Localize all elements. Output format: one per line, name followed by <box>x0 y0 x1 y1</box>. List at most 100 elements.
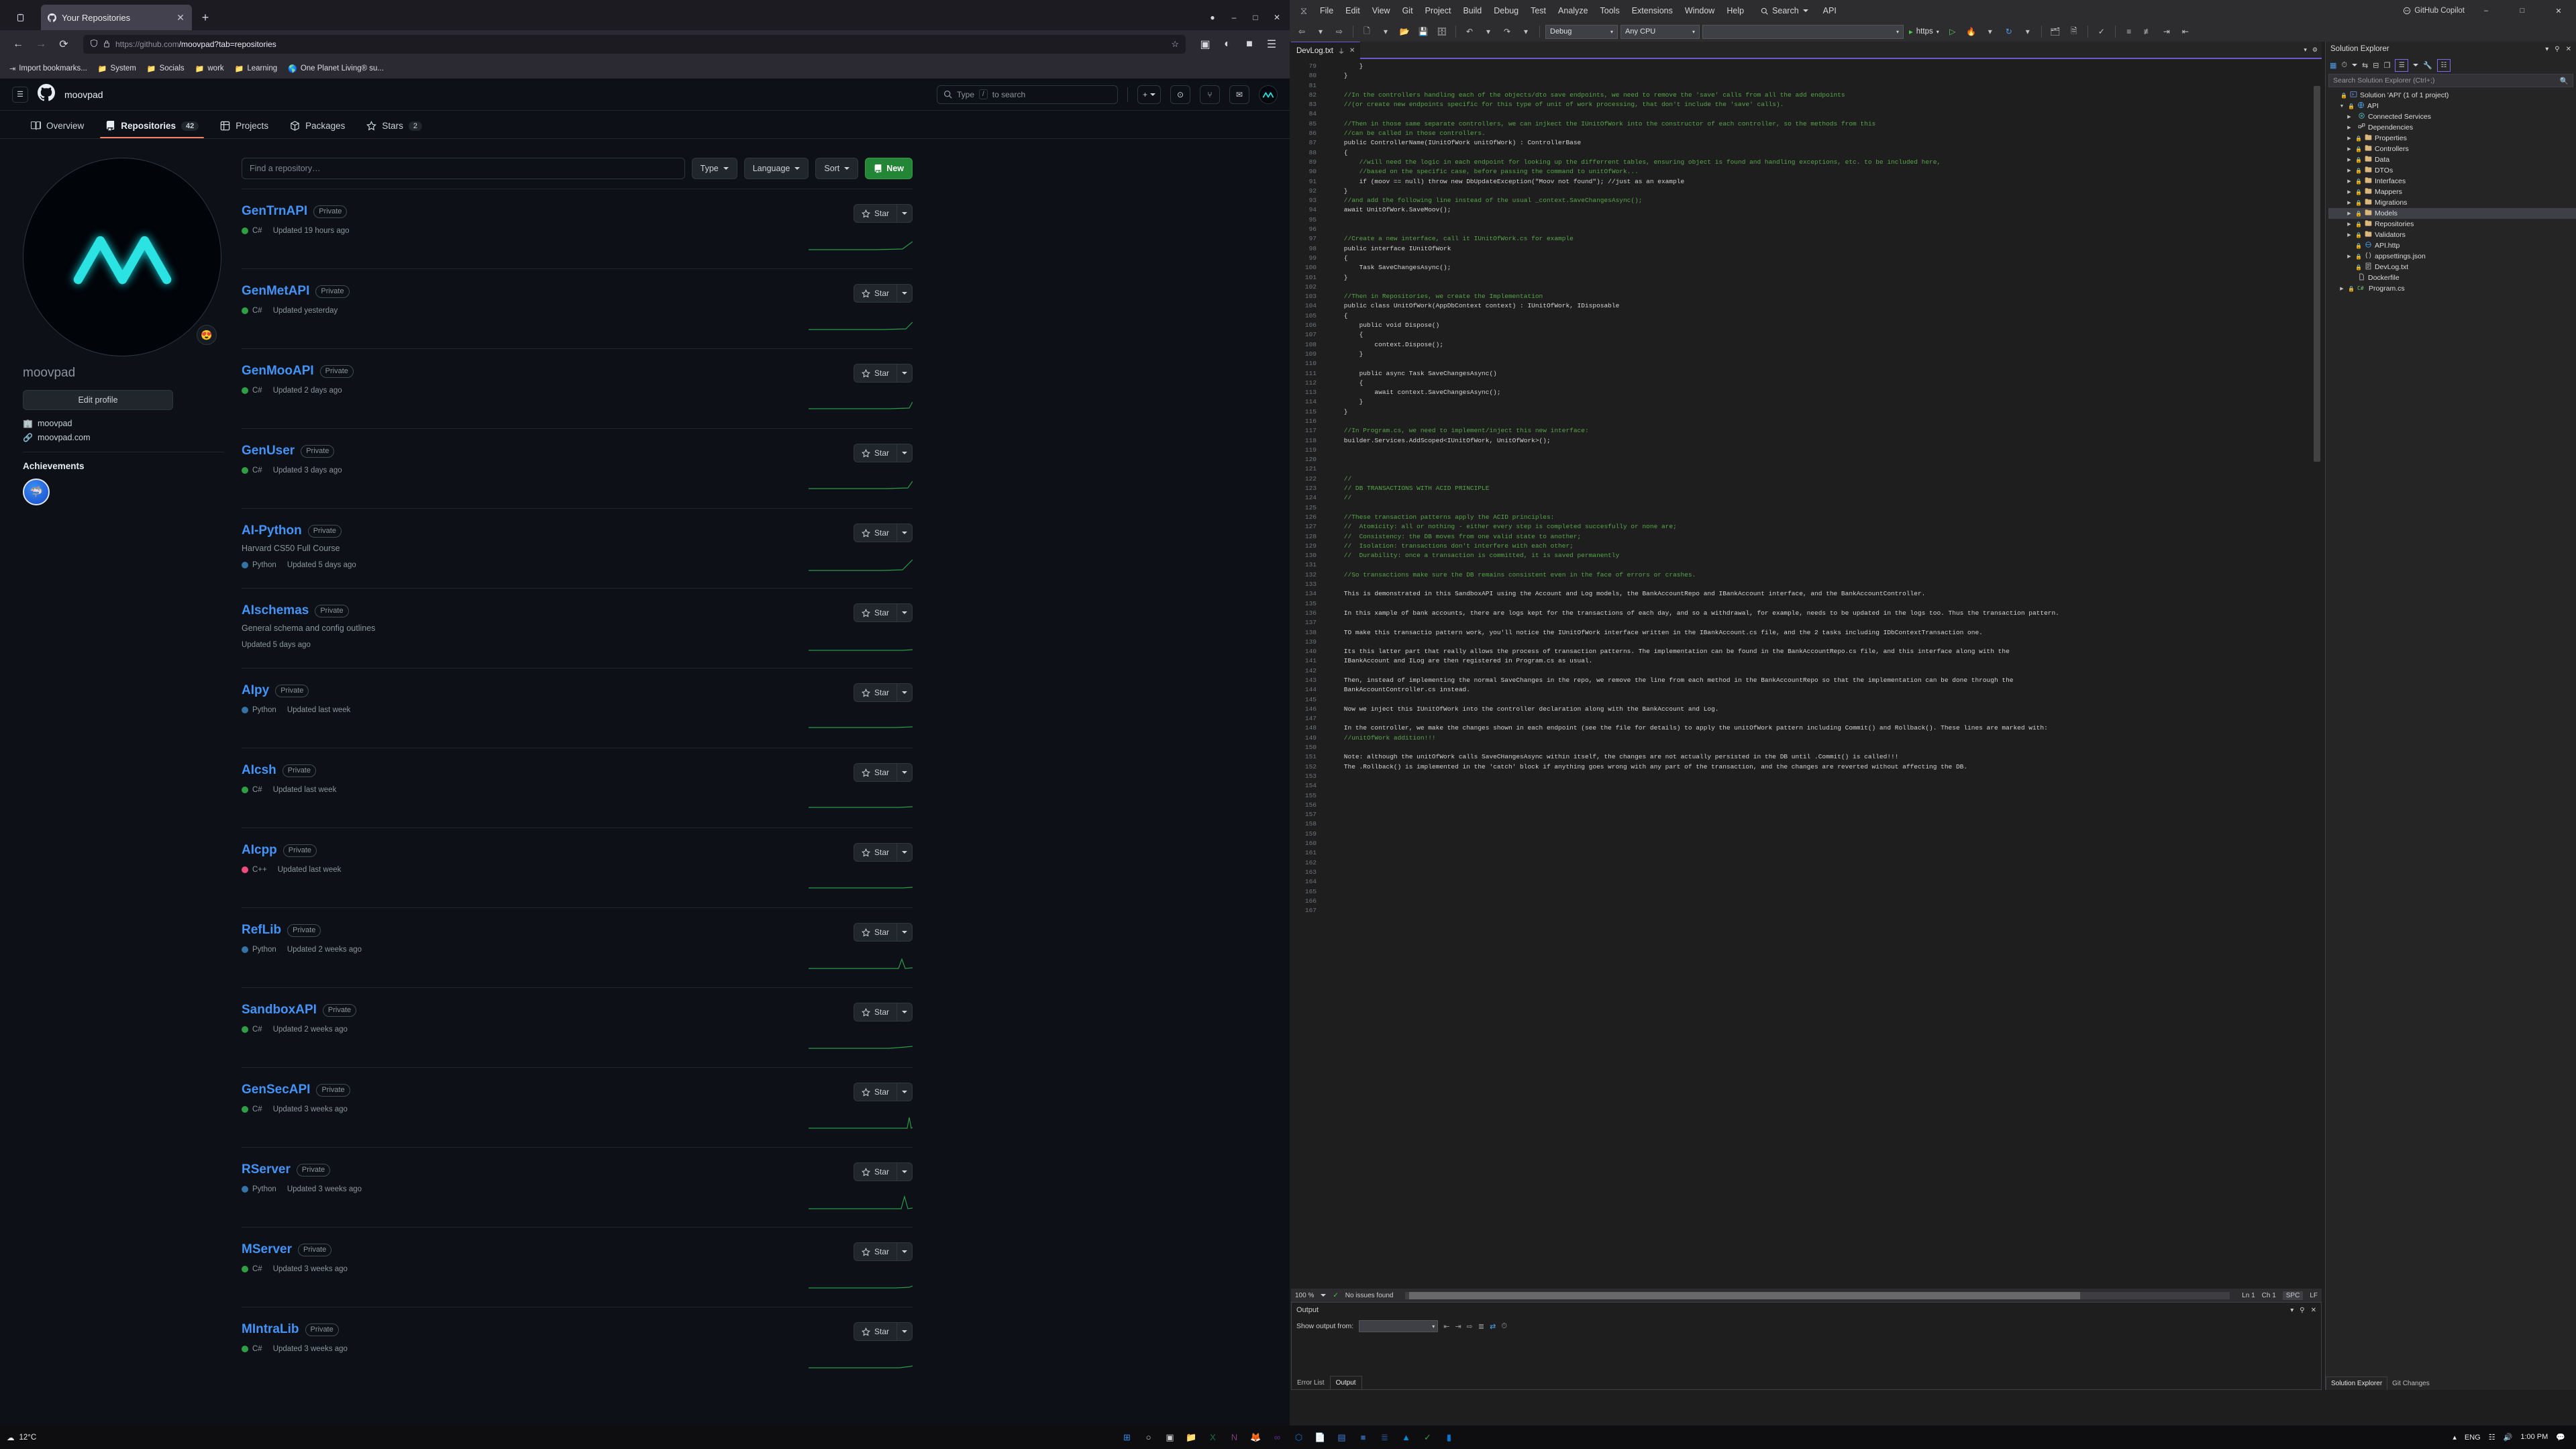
chevron-down-icon[interactable] <box>2352 64 2357 66</box>
star-button[interactable]: Star <box>853 843 896 862</box>
github-copilot-status[interactable]: GitHub Copilot <box>2403 7 2465 15</box>
store-app[interactable]: ▮ <box>1441 1429 1458 1446</box>
chevron-up-icon[interactable]: ▴ <box>2453 1433 2457 1442</box>
solution-tree-node[interactable]: ▶ 🔒 Controllers <box>2328 144 2576 154</box>
scrollbar-thumb[interactable] <box>2314 86 2320 462</box>
bookmark-item[interactable]: 📁 System <box>98 64 136 73</box>
solution-explorer-icon[interactable]: 🗂 <box>2047 24 2063 39</box>
show-output-from-select[interactable]: ▾ <box>1359 1320 1439 1332</box>
expand-arrow-icon[interactable]: ▶ <box>2346 125 2353 130</box>
extensions-icon[interactable]: ▣ <box>1195 34 1215 54</box>
expand-arrow-icon[interactable]: ▶ <box>2346 179 2353 184</box>
eol-indicator[interactable]: LF <box>2310 1292 2318 1299</box>
notifications-button[interactable]: ✉ <box>1229 85 1249 104</box>
sync-with-active-document-icon[interactable]: ⇆ <box>2362 61 2368 70</box>
menu-item-build[interactable]: Build <box>1457 3 1488 19</box>
close-icon[interactable]: ✕ <box>174 12 187 23</box>
solution-explorer-search[interactable]: Search Solution Explorer (Ctrl+;) 🔍 <box>2328 74 2573 87</box>
expand-arrow-icon[interactable]: ▶ <box>2346 146 2353 152</box>
new-project-dropdown-icon[interactable]: ▾ <box>1378 24 1394 39</box>
star-button[interactable]: Star <box>853 1242 896 1261</box>
star-button[interactable]: Star <box>853 1322 896 1341</box>
status-badge[interactable]: 😍 <box>197 325 217 345</box>
timestamp-icon[interactable]: ⏱ <box>1501 1322 1507 1331</box>
output-tab-error-list[interactable]: Error List <box>1292 1376 1330 1389</box>
create-new-button[interactable]: + <box>1137 85 1161 104</box>
repository-list-item[interactable]: SandboxAPI Private C# Updated 2 weeks ago St… <box>242 987 913 1067</box>
expand-arrow-icon[interactable]: ▶ <box>2338 286 2345 291</box>
chevron-down-icon[interactable] <box>1321 1294 1327 1297</box>
pin-icon[interactable]: ⚲ <box>2300 1307 2304 1314</box>
editor-horizontal-scrollbar[interactable] <box>1405 1291 2230 1299</box>
find-repository-input[interactable]: Find a repository… <box>242 158 685 179</box>
repository-name-link[interactable]: GenTrnAPI <box>242 204 307 219</box>
collapse-all-icon[interactable]: ⊟ <box>2373 61 2379 70</box>
expand-arrow-icon[interactable]: ▶ <box>2346 254 2353 259</box>
editor-vertical-scrollbar[interactable] <box>2312 59 2322 1285</box>
expand-arrow-icon[interactable]: ▶ <box>2346 136 2353 141</box>
hot-reload-icon[interactable]: 🔥 <box>1963 24 1979 39</box>
address-bar[interactable]: https://github.com/moovpad?tab=repositor… <box>83 35 1186 54</box>
star-button[interactable]: Star <box>853 923 896 942</box>
solution-tree-node[interactable]: ▶ 🔒 appsettings.json <box>2328 251 2576 262</box>
hamburger-menu-icon[interactable]: ☰ <box>12 86 28 103</box>
go-to-next-icon[interactable]: ⇨ <box>1467 1322 1473 1331</box>
vs-minimize-button[interactable]: – <box>2471 0 2501 21</box>
profile-avatar[interactable]: 😍 <box>23 158 221 356</box>
repository-name-link[interactable]: AIcpp <box>242 843 277 858</box>
volume-icon[interactable]: 🔊 <box>2504 1433 2513 1442</box>
solution-tree-node[interactable]: ▶ 🔒 Validators <box>2328 230 2576 240</box>
star-button[interactable]: Star <box>853 603 896 622</box>
show-all-files-icon[interactable]: ❐ <box>2383 61 2390 70</box>
uncomment-icon[interactable]: ≢ <box>2140 24 2156 39</box>
tab-list-chevron-icon[interactable]: ▾ <box>2304 46 2307 54</box>
save-to-pocket-icon[interactable]: ■ <box>1239 34 1259 54</box>
repository-name-link[interactable]: AIcsh <box>242 763 276 778</box>
lock-icon[interactable] <box>103 40 110 50</box>
properties-window-icon[interactable]: 🗎 <box>2066 24 2082 39</box>
profile-organization[interactable]: 🏢 moovpad <box>23 419 224 428</box>
repository-name-link[interactable]: MServer <box>242 1242 292 1257</box>
chevron-down-icon[interactable]: ▾ <box>2545 46 2548 53</box>
github-logo-icon[interactable] <box>38 84 56 105</box>
pdf-app[interactable]: 📄 <box>1312 1429 1329 1446</box>
tab-projects[interactable]: Projects <box>209 121 279 138</box>
chevron-down-icon[interactable]: ▾ <box>2290 1307 2294 1314</box>
menu-item-help[interactable]: Help <box>1720 3 1750 19</box>
repository-list-item[interactable]: MServer Private C# Updated 3 weeks ago Star <box>242 1227 913 1307</box>
start-debugging-button[interactable]: ▸ https ▾ <box>1906 27 1942 36</box>
solution-tree-node[interactable]: ▶ 🔒 Data <box>2328 154 2576 165</box>
browser-tab[interactable]: Your Repositories ✕ <box>41 5 192 30</box>
chevron-down-icon[interactable] <box>2413 64 2419 66</box>
star-button[interactable]: Star <box>853 204 896 223</box>
solution-tree-node[interactable]: ▶ 🔒 Migrations <box>2328 197 2576 208</box>
home-icon[interactable]: ☰ <box>2395 58 2409 72</box>
bookmark-item[interactable]: 📁 Learning <box>235 64 277 73</box>
menu-item-project[interactable]: Project <box>1419 3 1457 19</box>
star-button[interactable]: Star <box>853 444 896 462</box>
spellcheck-icon[interactable]: ✓ <box>2094 24 2110 39</box>
star-dropdown-button[interactable] <box>896 204 913 223</box>
expand-arrow-icon[interactable]: ▶ <box>2346 168 2353 173</box>
reload-icon[interactable]: ⟳ <box>54 34 74 54</box>
clock[interactable]: 1:00 PM <box>2520 1433 2548 1442</box>
tab-packages[interactable]: Packages <box>279 121 356 138</box>
redo-icon[interactable]: ↷ <box>1499 24 1515 39</box>
star-dropdown-button[interactable] <box>896 284 913 303</box>
menu-item-file[interactable]: File <box>1314 3 1339 19</box>
profile-website[interactable]: 🔗 moovpad.com <box>23 433 224 442</box>
repository-list-item[interactable]: GenMetAPI Private C# Updated yesterday Star <box>242 268 913 348</box>
solution-tree-node[interactable]: ▶ Connected Services <box>2328 111 2576 122</box>
maximize-button[interactable]: □ <box>1245 7 1266 28</box>
weather-widget[interactable]: ☁ 12°C <box>7 1433 36 1442</box>
hscroll-thumb[interactable] <box>1409 1291 2081 1299</box>
menu-item-view[interactable]: View <box>1366 3 1396 19</box>
star-dropdown-button[interactable] <box>896 1003 913 1021</box>
star-dropdown-button[interactable] <box>896 1162 913 1181</box>
close-window-button[interactable]: ✕ <box>1267 7 1287 28</box>
star-dropdown-button[interactable] <box>896 364 913 383</box>
repository-list-item[interactable]: AIcpp Private C++ Updated last week Star <box>242 828 913 907</box>
bookmark-item[interactable]: 🌎 One Planet Living® su... <box>288 64 384 73</box>
panel-tab-git-changes[interactable]: Git Changes <box>2387 1377 2434 1390</box>
solution-tree-node[interactable]: ▶ 🔒 DTOs <box>2328 165 2576 176</box>
